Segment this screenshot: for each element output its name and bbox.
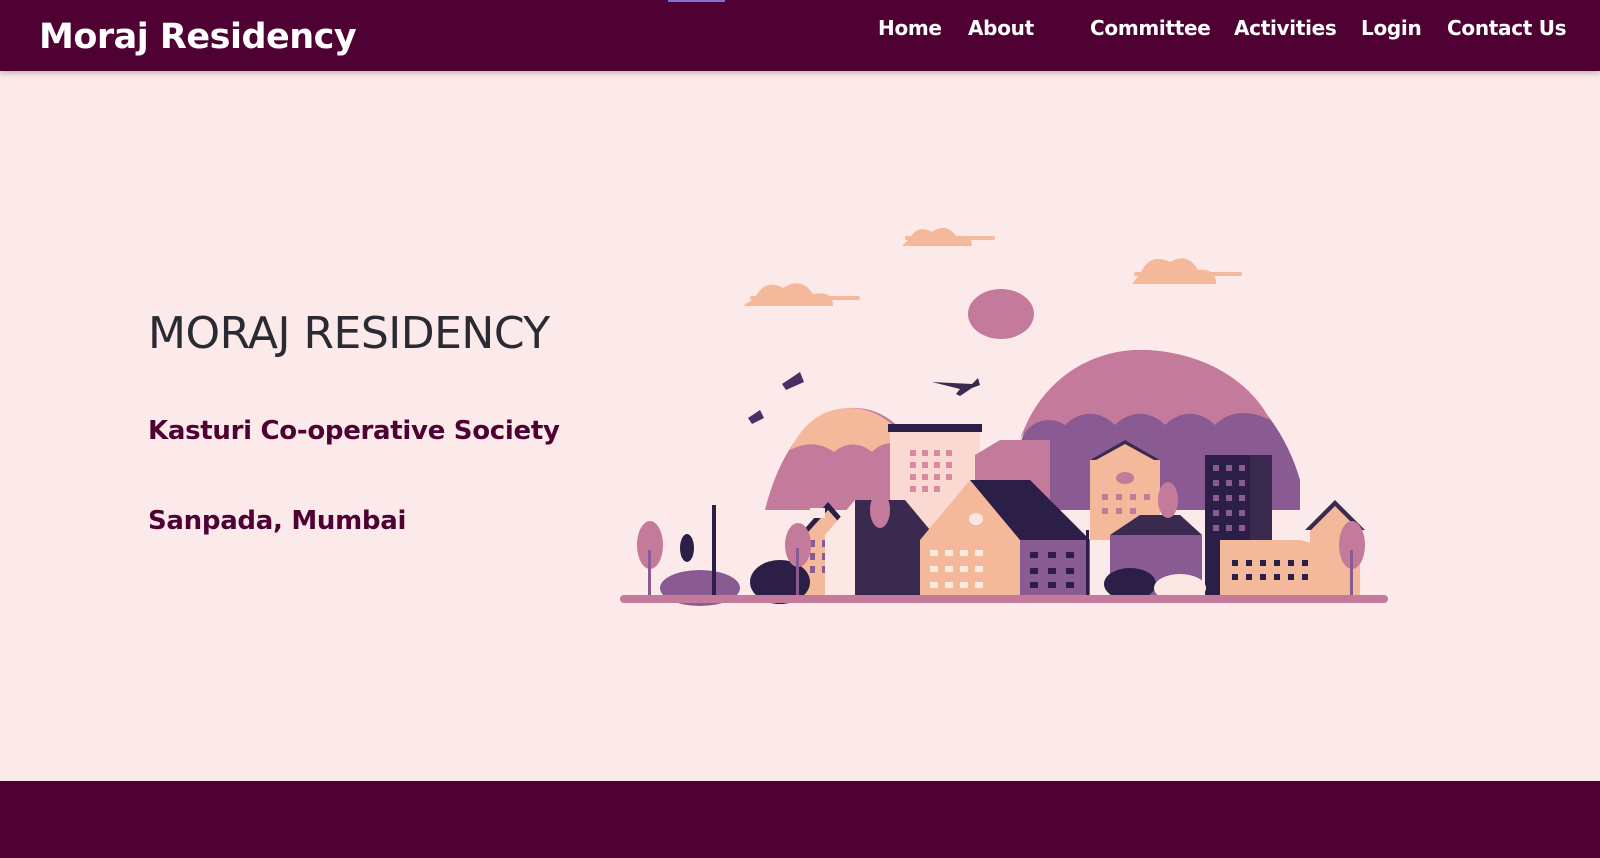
hero-title: MORAJ RESIDENCY — [148, 308, 550, 359]
brand-logo-link[interactable]: Moraj Residency — [39, 16, 357, 58]
society-name: Kasturi Co-operative Society — [148, 416, 560, 446]
bird — [748, 410, 764, 424]
nav-link-about[interactable]: About — [968, 14, 1034, 42]
nav-link-contact-us[interactable]: Contact Us — [1447, 14, 1567, 42]
airplane-icon — [932, 378, 980, 396]
nav-link-activities[interactable]: Activities — [1234, 14, 1337, 42]
bird — [782, 372, 804, 390]
nav-link-home[interactable]: Home — [878, 14, 942, 42]
active-indicator — [668, 0, 725, 2]
ground — [620, 595, 1388, 603]
top-navbar: Moraj Residency Home About Committee Act… — [0, 0, 1600, 71]
sun — [968, 289, 1034, 339]
city-skyline-illustration — [620, 227, 1388, 606]
nav-link-login[interactable]: Login — [1361, 14, 1422, 42]
society-location: Sanpada, Mumbai — [148, 506, 407, 536]
nav-link-committee[interactable]: Committee — [1090, 14, 1211, 42]
footer — [0, 781, 1600, 858]
